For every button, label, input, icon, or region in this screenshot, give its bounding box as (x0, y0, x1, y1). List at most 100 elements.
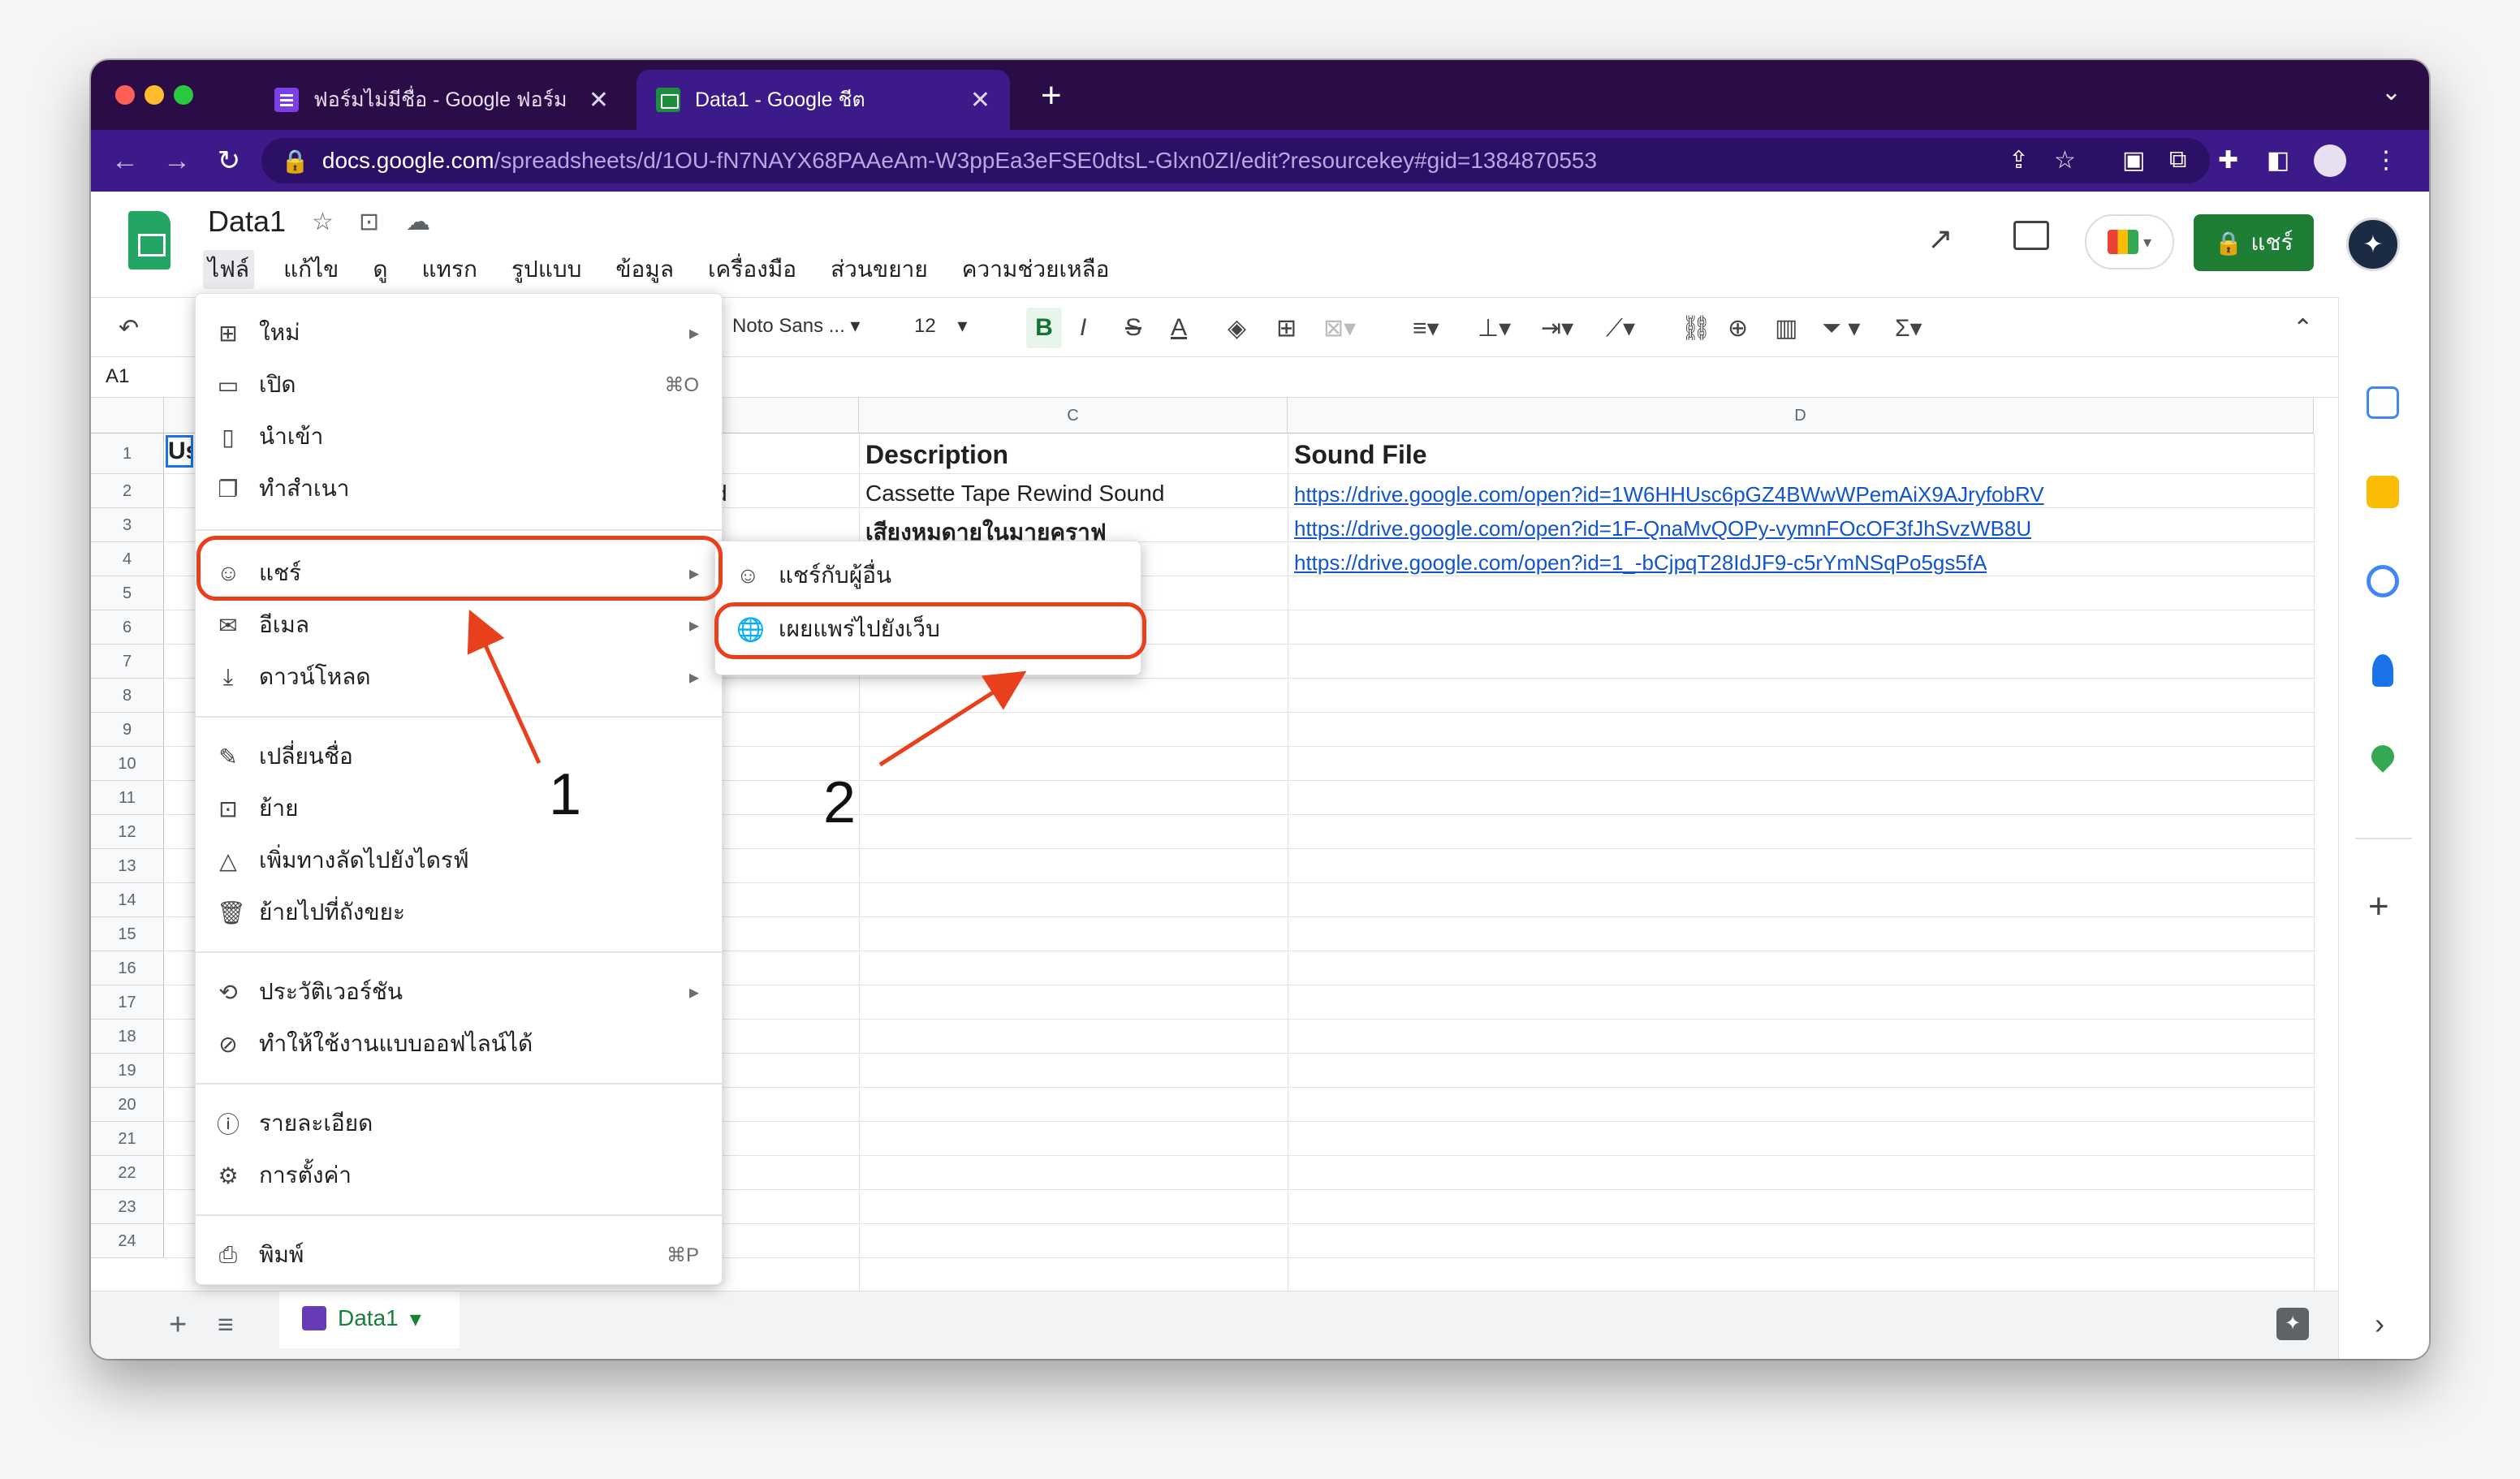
menu-item-trash[interactable]: 🗑 ย้ายไปที่ถังขยะ (196, 886, 723, 938)
extensions-icon[interactable]: ✚ (2218, 146, 2238, 175)
row-header[interactable]: 2 (91, 474, 164, 508)
horizontal-align-icon[interactable]: ≡▾ (1413, 314, 1439, 343)
row-header[interactable]: 9 (91, 713, 164, 747)
menu-data[interactable]: ข้อมูล (611, 250, 679, 289)
row-header[interactable]: 10 (91, 747, 164, 781)
borders-icon[interactable]: ⊞ (1276, 314, 1297, 343)
menu-item-open[interactable]: ▭ เปิด ⌘O (196, 359, 723, 411)
menu-view[interactable]: ดู (368, 250, 392, 289)
move-folder-icon[interactable]: ⊡ (359, 208, 379, 236)
close-tab-icon[interactable]: ✕ (589, 86, 609, 114)
column-header-c[interactable]: C (859, 398, 1288, 433)
menu-item-print[interactable]: ⎙ พิมพ์ ⌘P (196, 1229, 723, 1281)
browser-menu-icon[interactable]: ⋮ (2374, 146, 2398, 175)
share-button[interactable]: 🔒 แชร์ (2194, 214, 2314, 271)
keep-icon[interactable] (2367, 476, 2399, 508)
select-all-corner[interactable] (91, 398, 164, 433)
font-size-select[interactable]: 12 ▾ (914, 314, 967, 338)
menu-item-move[interactable]: ⊡ ย้าย (196, 783, 723, 834)
menu-item-share-with-others[interactable]: ☺ แชร์กับผู้อื่น (715, 550, 1142, 602)
menu-insert[interactable]: แทรก (417, 250, 483, 289)
insert-chart-icon[interactable]: ▥ (1775, 314, 1797, 343)
name-box[interactable]: A1 (106, 365, 129, 388)
new-tab-button[interactable]: + (1041, 78, 1062, 114)
add-sheet-button[interactable]: + (169, 1308, 187, 1343)
close-tab-icon[interactable]: ✕ (970, 86, 990, 114)
menu-item-download[interactable]: ⤓ ดาวน์โหลด ▸ (196, 651, 723, 703)
menu-file[interactable]: ไฟล์ (203, 250, 255, 289)
menu-item-import[interactable]: ▯ นำเข้า (196, 411, 723, 463)
bold-button[interactable]: B (1026, 308, 1062, 348)
cell-c2[interactable]: Cassette Tape Rewind Sound (865, 481, 1164, 507)
row-header[interactable]: 18 (91, 1020, 164, 1054)
forward-icon[interactable]: → (151, 145, 203, 177)
close-window-button[interactable] (115, 85, 135, 105)
menu-item-copy[interactable]: ❐ ทำสำเนา (196, 463, 723, 515)
row-header[interactable]: 11 (91, 781, 164, 815)
column-header-d[interactable]: D (1288, 398, 2314, 433)
cell-d1[interactable]: Sound File (1294, 440, 1427, 470)
share-page-icon[interactable]: ⇪ (2009, 146, 2029, 175)
star-icon[interactable]: ☆ (312, 208, 334, 236)
row-header[interactable]: 3 (91, 508, 164, 542)
cell-c1[interactable]: Description (865, 440, 1008, 470)
menu-edit[interactable]: แก้ไข (278, 250, 343, 289)
menu-item-add-shortcut[interactable]: △ เพิ่มทางลัดไปยังไดรฟ์ (196, 834, 723, 886)
menu-item-offline[interactable]: ⊘ ทำให้ใช้งานแบบออฟไลน์ได้ (196, 1018, 723, 1070)
menu-item-new[interactable]: ⊞ ใหม่ ▸ (196, 307, 723, 359)
cell-d2-link[interactable]: https://drive.google.com/open?id=1W6HHUs… (1294, 482, 2044, 507)
strikethrough-icon[interactable]: S (1125, 314, 1141, 342)
menu-item-email[interactable]: ✉ อีเมล ▸ (196, 599, 723, 651)
sheet-tab-data1[interactable]: Data1 ▾ (279, 1291, 460, 1348)
calendar-icon[interactable] (2367, 386, 2399, 419)
insert-link-icon[interactable]: ⛓ (1681, 314, 1711, 343)
cell-d4-link[interactable]: https://drive.google.com/open?id=1_-bCjp… (1294, 550, 1987, 576)
zoom-window-button[interactable] (174, 85, 193, 105)
tasks-icon[interactable] (2367, 565, 2399, 597)
text-wrap-icon[interactable]: ⇥▾ (1541, 314, 1573, 343)
row-header[interactable]: 19 (91, 1054, 164, 1088)
account-avatar[interactable]: ✦ (2346, 218, 2400, 271)
row-header[interactable]: 7 (91, 645, 164, 679)
cell-d3-link[interactable]: https://drive.google.com/open?id=1F-QnaM… (1294, 516, 2031, 541)
maps-icon[interactable] (2367, 740, 2399, 773)
font-select[interactable]: Noto Sans ... ▾ (732, 314, 860, 338)
row-header[interactable]: 24 (91, 1224, 164, 1258)
minimize-window-button[interactable] (145, 85, 164, 105)
text-rotation-icon[interactable]: ⟋▾ (1606, 314, 1635, 343)
comment-history-icon[interactable] (2013, 221, 2049, 250)
tab-forms[interactable]: ฟอร์มไม่มีชื่อ - Google ฟอร์ม ✕ (255, 70, 628, 130)
tab-sheets[interactable]: Data1 - Google ชีต ✕ (636, 70, 1010, 130)
row-header[interactable]: 6 (91, 610, 164, 645)
bookmark-star-icon[interactable]: ☆ (2054, 146, 2076, 175)
get-addons-icon[interactable]: + (2368, 886, 2389, 927)
profile-avatar[interactable] (2314, 144, 2346, 177)
menu-item-version-history[interactable]: ⟲ ประวัติเวอร์ชัน ▸ (196, 966, 723, 1018)
reload-icon[interactable]: ↻ (203, 144, 255, 177)
explore-icon[interactable]: ✦ (2276, 1308, 2309, 1340)
meet-button[interactable]: ▾ (2085, 214, 2174, 269)
row-header[interactable]: 8 (91, 679, 164, 713)
row-header[interactable]: 21 (91, 1122, 164, 1156)
cast-icon[interactable]: ▣ (2122, 146, 2145, 175)
filter-icon[interactable]: ⏷ ▾ (1822, 314, 1860, 343)
all-sheets-button[interactable]: ≡ (218, 1309, 234, 1341)
menu-item-settings[interactable]: ⚙ การตั้งค่า (196, 1149, 723, 1201)
vertical-align-icon[interactable]: ⊥▾ (1478, 314, 1511, 343)
row-header[interactable]: 23 (91, 1190, 164, 1224)
italic-icon[interactable]: I (1080, 314, 1086, 342)
contacts-icon[interactable] (2372, 654, 2393, 687)
menu-extensions[interactable]: ส่วนขยาย (826, 250, 933, 289)
back-icon[interactable]: ← (99, 145, 151, 177)
row-header[interactable]: 16 (91, 951, 164, 985)
selected-cell-a1[interactable]: Us (166, 435, 193, 468)
activity-trend-icon[interactable]: ↗ (1927, 221, 1953, 257)
row-header[interactable]: 13 (91, 849, 164, 883)
row-header[interactable]: 1 (91, 433, 164, 474)
text-color-icon[interactable]: A (1171, 314, 1187, 342)
cloud-status-icon[interactable]: ☁ (406, 208, 430, 236)
row-header[interactable]: 14 (91, 883, 164, 917)
expand-panel-icon[interactable]: › (2375, 1307, 2384, 1341)
menu-help[interactable]: ความช่วยเหลือ (957, 250, 1115, 289)
row-header[interactable]: 17 (91, 985, 164, 1020)
